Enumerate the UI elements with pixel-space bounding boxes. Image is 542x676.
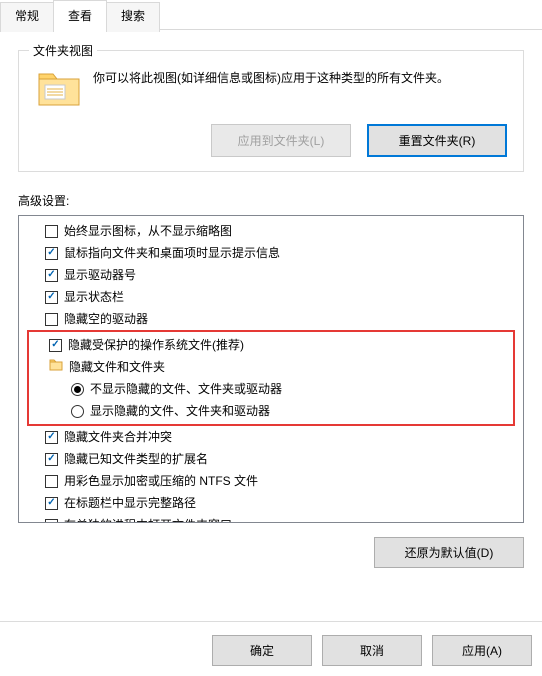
advanced-settings-tree[interactable]: 始终显示图标，从不显示缩略图鼠标指向文件夹和桌面项时显示提示信息显示驱动器号显示… bbox=[18, 215, 524, 523]
reset-folders-button[interactable]: 重置文件夹(R) bbox=[367, 124, 507, 157]
highlighted-group: 隐藏受保护的操作系统文件(推荐) 隐藏文件和文件夹不显示隐藏的文件、文件夹或驱动器… bbox=[27, 330, 515, 426]
checkbox-icon[interactable] bbox=[45, 269, 58, 282]
checkbox-icon[interactable] bbox=[45, 519, 58, 524]
tree-item-label: 隐藏已知文件类型的扩展名 bbox=[64, 450, 208, 468]
tree-item[interactable]: 在单独的进程中打开文件夹窗口 bbox=[27, 514, 523, 523]
tree-item-label: 不显示隐藏的文件、文件夹或驱动器 bbox=[90, 380, 282, 398]
tree-item[interactable]: 始终显示图标，从不显示缩略图 bbox=[27, 220, 523, 242]
tree-item-label: 显示隐藏的文件、文件夹和驱动器 bbox=[90, 402, 270, 420]
tab-view[interactable]: 查看 bbox=[53, 0, 107, 30]
tree-item[interactable]: 隐藏空的驱动器 bbox=[27, 308, 523, 330]
folder-icon bbox=[33, 69, 81, 110]
tree-item[interactable]: 隐藏文件夹合并冲突 bbox=[27, 426, 523, 448]
tree-item-label: 隐藏受保护的操作系统文件(推荐) bbox=[68, 336, 244, 354]
tree-item-label: 隐藏空的驱动器 bbox=[64, 310, 148, 328]
folder-view-group: 文件夹视图 你可以将此视图(如详细信息或图标)应用于这种类型的所有文件夹。 应用… bbox=[18, 50, 524, 172]
tab-general[interactable]: 常规 bbox=[0, 2, 54, 32]
tree-item-label: 用彩色显示加密或压缩的 NTFS 文件 bbox=[64, 472, 258, 490]
tree-item[interactable]: 隐藏已知文件类型的扩展名 bbox=[27, 448, 523, 470]
tree-item-label: 在单独的进程中打开文件夹窗口 bbox=[64, 516, 232, 523]
tree-item[interactable]: 用彩色显示加密或压缩的 NTFS 文件 bbox=[27, 470, 523, 492]
folder-view-desc: 你可以将此视图(如详细信息或图标)应用于这种类型的所有文件夹。 bbox=[93, 69, 509, 110]
tree-item[interactable]: 鼠标指向文件夹和桌面项时显示提示信息 bbox=[27, 242, 523, 264]
checkbox-icon[interactable] bbox=[45, 291, 58, 304]
restore-defaults-button[interactable]: 还原为默认值(D) bbox=[374, 537, 524, 568]
ok-button[interactable]: 确定 bbox=[212, 635, 312, 666]
tree-item-label: 在标题栏中显示完整路径 bbox=[64, 494, 196, 512]
tree-item-label: 显示驱动器号 bbox=[64, 266, 136, 284]
tree-item-label: 始终显示图标，从不显示缩略图 bbox=[64, 222, 232, 240]
checkbox-icon[interactable] bbox=[45, 431, 58, 444]
apply-button[interactable]: 应用(A) bbox=[432, 635, 532, 666]
radio-icon[interactable] bbox=[71, 383, 84, 396]
folder-view-title: 文件夹视图 bbox=[29, 42, 97, 59]
checkbox-icon[interactable] bbox=[45, 475, 58, 488]
tree-item[interactable]: 不显示隐藏的文件、文件夹或驱动器 bbox=[31, 378, 511, 400]
tree-item[interactable]: 在标题栏中显示完整路径 bbox=[27, 492, 523, 514]
tree-item[interactable]: 显示驱动器号 bbox=[27, 264, 523, 286]
checkbox-icon[interactable] bbox=[45, 453, 58, 466]
checkbox-icon[interactable] bbox=[45, 225, 58, 238]
tree-item-label: 隐藏文件和文件夹 bbox=[69, 358, 165, 376]
checkbox-icon[interactable] bbox=[45, 247, 58, 260]
tree-item-label: 显示状态栏 bbox=[64, 288, 124, 306]
apply-to-folders-button: 应用到文件夹(L) bbox=[211, 124, 351, 157]
checkbox-icon[interactable] bbox=[45, 497, 58, 510]
tree-item[interactable]: 隐藏受保护的操作系统文件(推荐) bbox=[31, 334, 511, 356]
checkbox-icon[interactable] bbox=[49, 339, 62, 352]
advanced-settings-label: 高级设置: bbox=[18, 192, 524, 209]
dialog-divider bbox=[0, 621, 542, 622]
tree-item-label: 隐藏文件夹合并冲突 bbox=[64, 428, 172, 446]
radio-icon[interactable] bbox=[71, 405, 84, 418]
tree-item[interactable]: 显示隐藏的文件、文件夹和驱动器 bbox=[31, 400, 511, 422]
cancel-button[interactable]: 取消 bbox=[322, 635, 422, 666]
tree-item-label: 鼠标指向文件夹和桌面项时显示提示信息 bbox=[64, 244, 280, 262]
folder-icon bbox=[49, 358, 63, 376]
tab-search[interactable]: 搜索 bbox=[106, 2, 160, 32]
tree-item[interactable]: 显示状态栏 bbox=[27, 286, 523, 308]
tab-panel-view: 文件夹视图 你可以将此视图(如详细信息或图标)应用于这种类型的所有文件夹。 应用… bbox=[0, 29, 542, 643]
tree-item: 隐藏文件和文件夹 bbox=[31, 356, 511, 378]
checkbox-icon[interactable] bbox=[45, 313, 58, 326]
